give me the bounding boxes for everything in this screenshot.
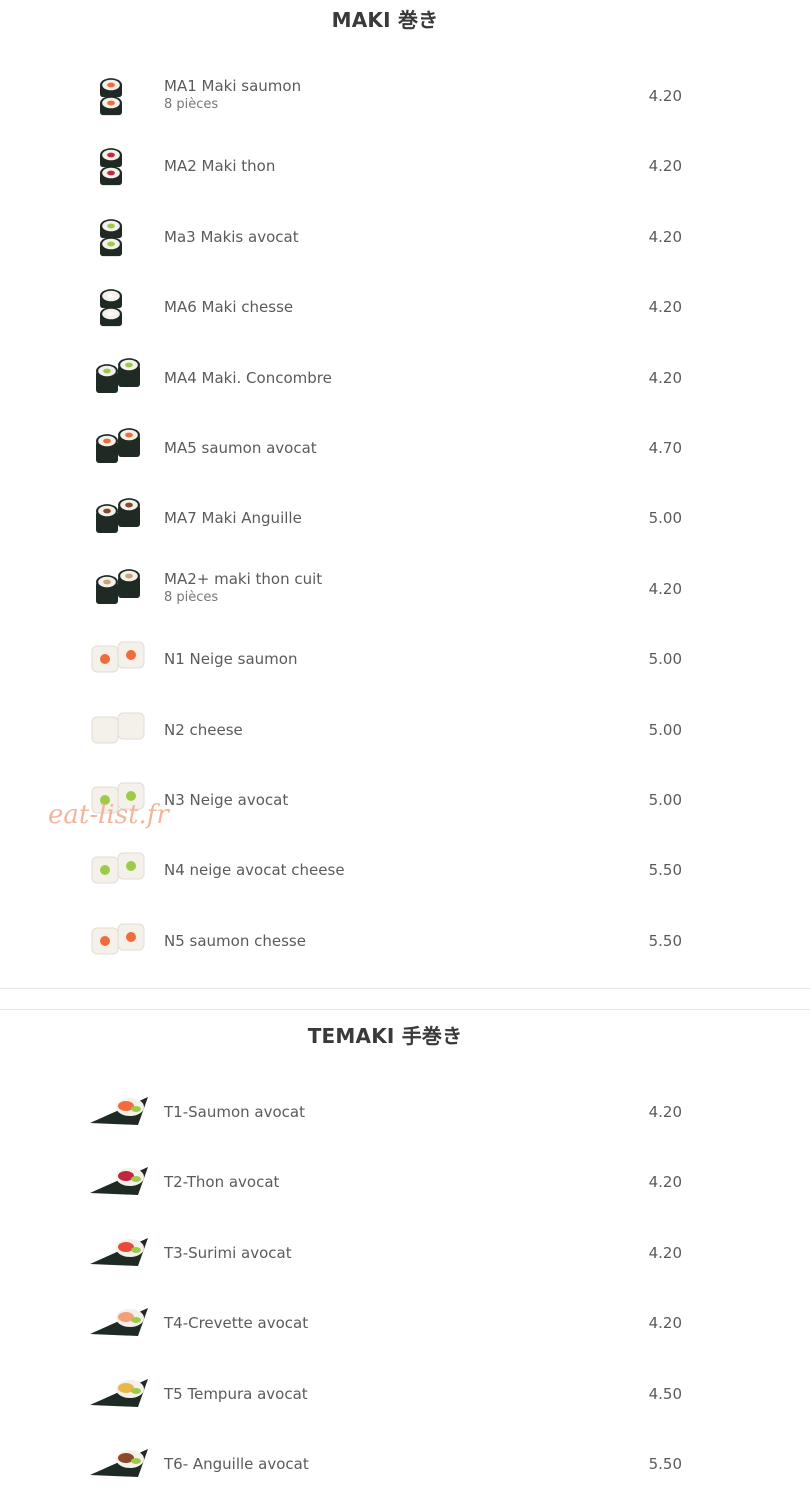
menu-item[interactable]: Ma3 Makis avocat 4.20 [0, 204, 810, 274]
section-title-temaki: TEMAKI 手巻き [307, 1024, 463, 1048]
item-price: 4.20 [648, 227, 682, 246]
item-name: T3-Surimi avocat [164, 1243, 292, 1262]
menu-item[interactable]: T3-Surimi avocat 4.20 [0, 1220, 810, 1290]
item-price: 4.50 [648, 1384, 682, 1403]
item-name: N1 Neige saumon [164, 650, 298, 669]
menu-item[interactable]: MA1 Maki saumon 8 pièces 4.20 [0, 63, 810, 133]
item-price: 5.00 [648, 650, 682, 669]
menu-item[interactable]: T6- Anguille avocat 5.50 [0, 1431, 810, 1501]
item-price: 4.20 [648, 298, 682, 317]
item-name: MA4 Maki. Concombre [164, 368, 332, 387]
item-name: T4-Crevette avocat [164, 1314, 309, 1333]
item-name: MA6 Maki chesse [164, 298, 294, 317]
neige-avocado-cheese-image [86, 845, 152, 893]
menu-item[interactable]: N1 Neige saumon 5.00 [0, 626, 810, 696]
item-name: T5 Tempura avocat [164, 1384, 308, 1403]
item-price: 4.70 [648, 438, 682, 457]
menu-item[interactable]: MA2 Maki thon 4.20 [0, 133, 810, 203]
item-price: 4.20 [648, 1314, 682, 1333]
maki-salmon-avocado-image [86, 423, 152, 471]
item-price: 4.20 [648, 368, 682, 387]
item-price: 5.50 [648, 1454, 682, 1473]
item-name: MA5 saumon avocat [164, 438, 317, 457]
item-price: 4.20 [648, 1243, 682, 1262]
item-name: MA1 Maki saumon [164, 77, 302, 95]
item-price: 4.20 [648, 157, 682, 176]
neige-cheese-image [86, 705, 152, 753]
menu-item[interactable]: T2-Thon avocat 4.20 [0, 1149, 810, 1219]
item-price: 4.20 [648, 1103, 682, 1121]
item-name: MA7 Maki Anguille [164, 509, 302, 528]
temaki-shrimp-image [86, 1298, 152, 1346]
temaki-salmon-image [86, 1087, 152, 1135]
temaki-list: T1-Saumon avocat 4.20 T2-Thon avocat 4.2… [0, 1079, 810, 1501]
item-name: N2 cheese [164, 720, 243, 739]
item-description: 8 pièces [164, 97, 219, 112]
maki-salmon-image [86, 71, 152, 119]
menu-item[interactable]: MA5 saumon avocat 4.70 [0, 415, 810, 485]
maki-eel-image [86, 493, 152, 541]
maki-cucumber-image [86, 353, 152, 401]
section-title-maki: MAKI 巻き [331, 8, 439, 32]
item-name: T6- Anguille avocat [164, 1454, 309, 1473]
menu-item[interactable]: T1-Saumon avocat 4.20 [0, 1079, 810, 1149]
item-name: N3 Neige avocat [164, 790, 289, 809]
item-name: Ma3 Makis avocat [164, 227, 299, 246]
item-name: MA2+ maki thon cuit [164, 569, 323, 588]
menu-item[interactable]: N3 Neige avocat 5.00 [0, 767, 810, 837]
item-name: MA2 Maki thon [164, 157, 276, 176]
neige-salmon-image [86, 634, 152, 682]
maki-cooked-tuna-image [86, 564, 152, 612]
menu-item[interactable]: MA6 Maki chesse 4.20 [0, 274, 810, 344]
menu-item[interactable]: MA4 Maki. Concombre 4.20 [0, 345, 810, 415]
menu-item[interactable]: N5 saumon chesse 5.50 [0, 908, 810, 978]
menu-item[interactable]: T5 Tempura avocat 4.50 [0, 1361, 810, 1431]
item-price: 5.50 [648, 861, 682, 880]
temaki-surimi-image [86, 1228, 152, 1276]
maki-cheese-image [86, 282, 152, 330]
temaki-eel-image [86, 1439, 152, 1487]
item-price: 5.50 [648, 931, 682, 950]
section-divider [0, 1009, 810, 1010]
maki-tuna-image [86, 141, 152, 189]
item-price: 5.00 [648, 509, 682, 528]
item-price: 5.00 [648, 720, 682, 739]
item-price: 4.20 [648, 87, 682, 105]
menu-item[interactable]: T4-Crevette avocat 4.20 [0, 1290, 810, 1360]
menu-item[interactable]: MA2+ maki thon cuit 8 pièces 4.20 [0, 556, 810, 626]
item-name: N4 neige avocat cheese [164, 861, 345, 880]
menu-item[interactable]: N4 neige avocat cheese 5.50 [0, 837, 810, 907]
item-name: T2-Thon avocat [164, 1173, 280, 1192]
item-name: T1-Saumon avocat [164, 1103, 305, 1121]
maki-list: MA1 Maki saumon 8 pièces 4.20 MA2 Maki t… [0, 63, 810, 978]
item-description: 8 pièces [164, 589, 219, 605]
item-price: 5.00 [648, 790, 682, 809]
neige-avocado-image [86, 775, 152, 823]
item-price: 4.20 [648, 579, 682, 598]
temaki-tempura-image [86, 1369, 152, 1417]
neige-salmon-cheese-image [86, 916, 152, 964]
item-name: N5 saumon chesse [164, 931, 306, 950]
menu-item[interactable]: N2 cheese 5.00 [0, 697, 810, 767]
menu-item[interactable]: MA7 Maki Anguille 5.00 [0, 485, 810, 555]
section-divider [0, 988, 810, 989]
maki-avocado-image [86, 212, 152, 260]
temaki-tuna-image [86, 1157, 152, 1205]
item-price: 4.20 [648, 1173, 682, 1192]
